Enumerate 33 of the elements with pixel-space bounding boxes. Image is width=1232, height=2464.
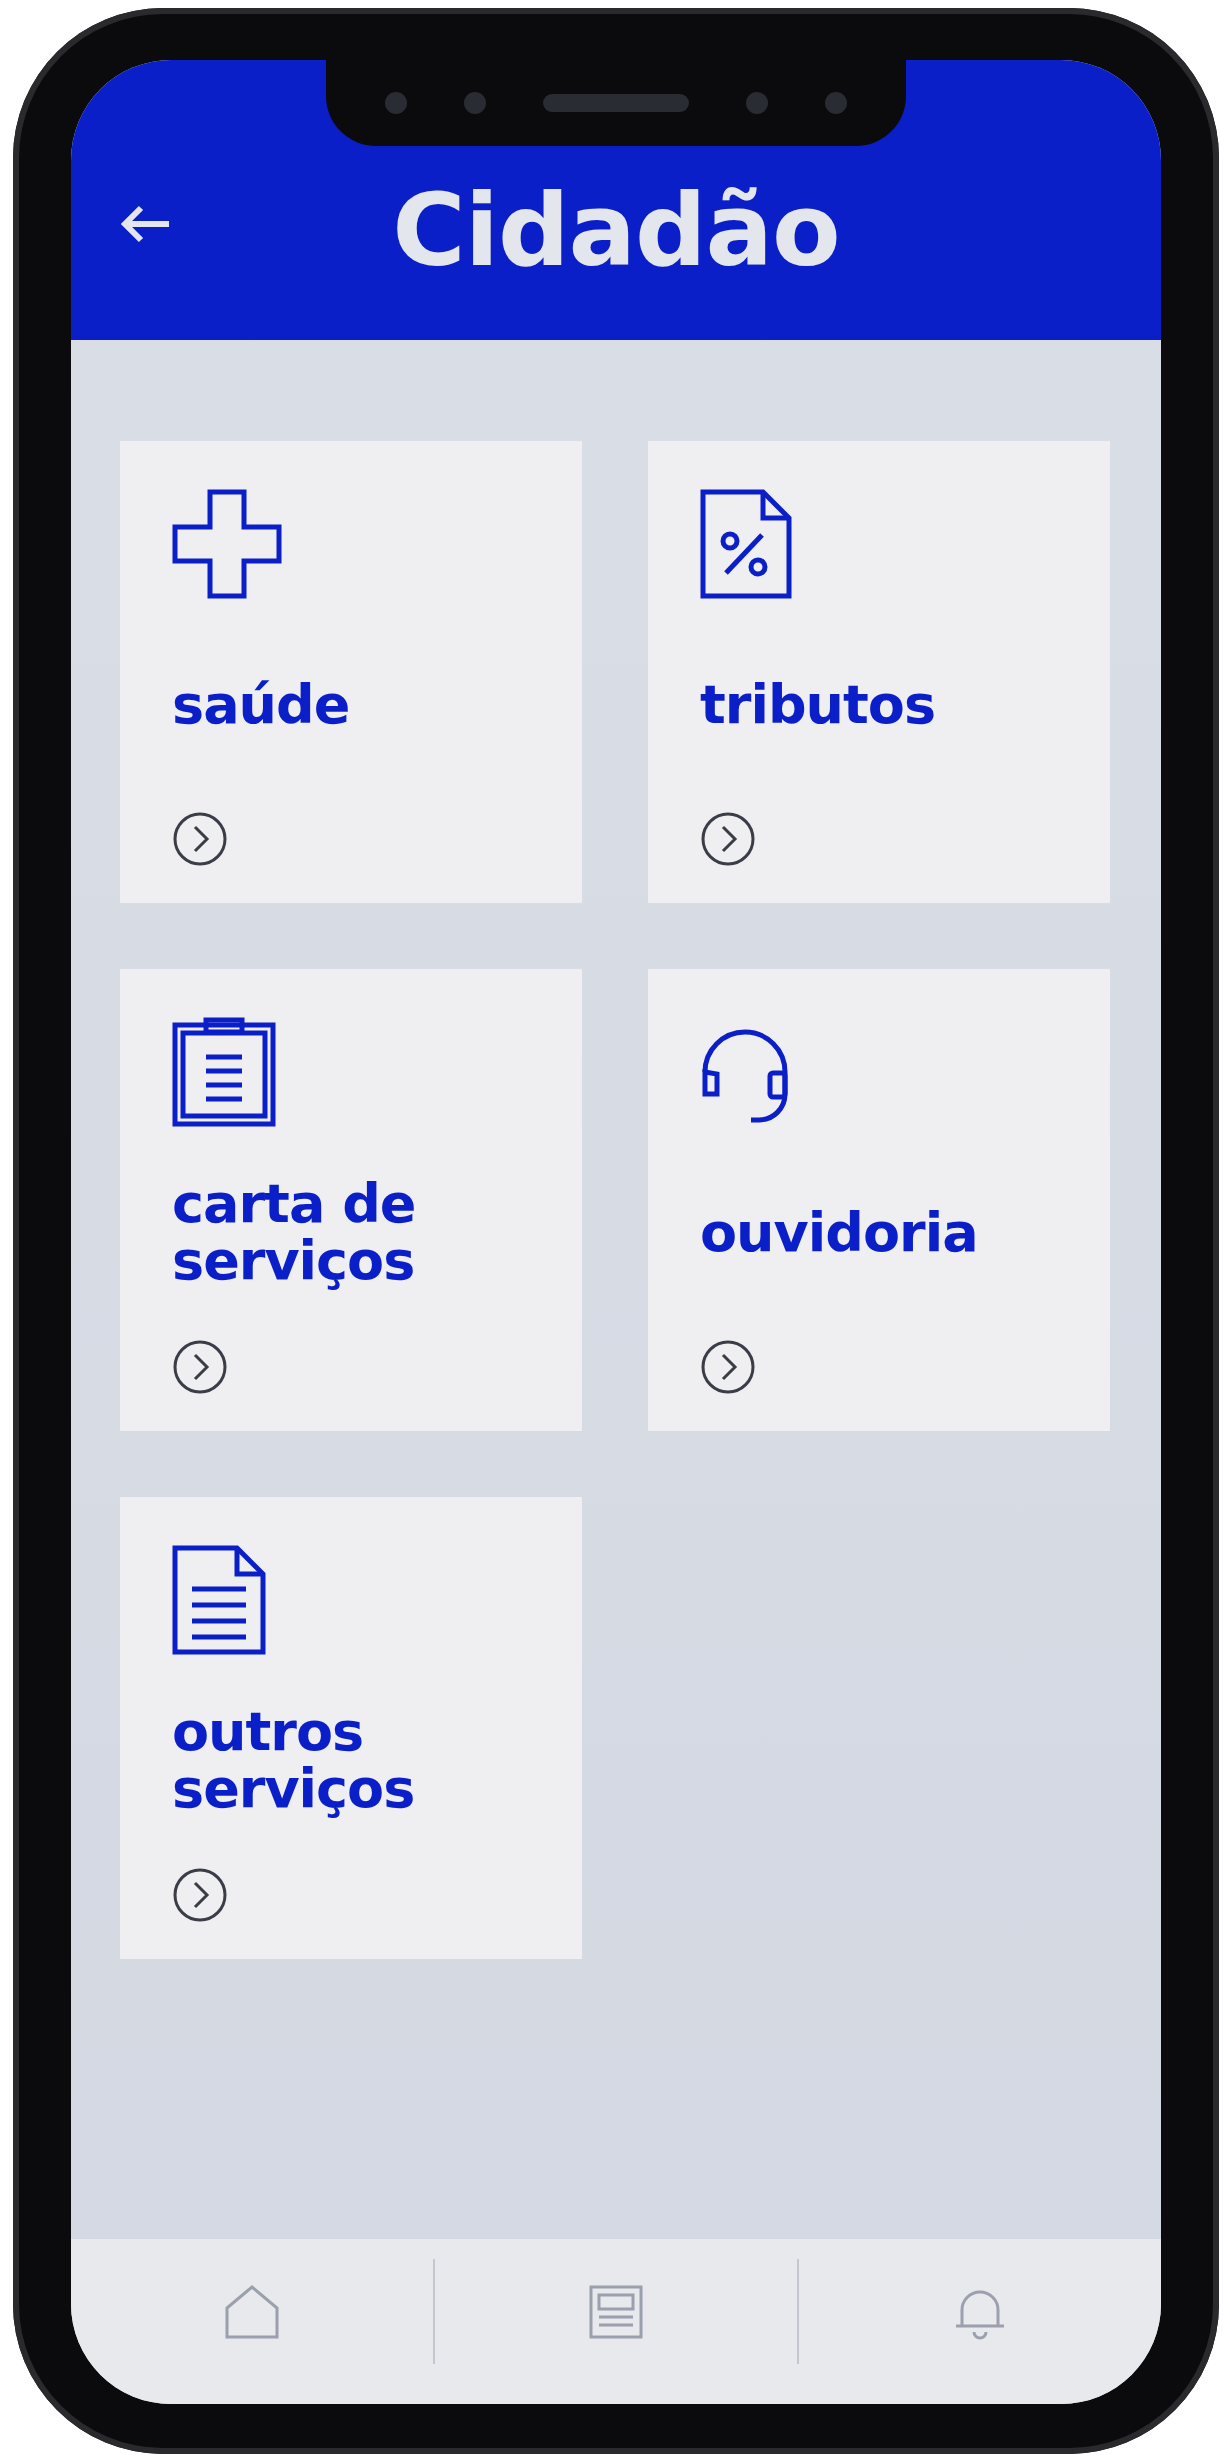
service-card[interactable]: saúde bbox=[120, 441, 582, 903]
card-label: carta de serviços bbox=[172, 1176, 417, 1290]
cross-icon bbox=[172, 489, 282, 599]
sensor-icon bbox=[825, 92, 848, 114]
back-arrow-icon bbox=[119, 204, 171, 244]
card-label: outros serviços bbox=[172, 1704, 416, 1818]
chevron-circle-icon bbox=[172, 1867, 228, 1923]
chevron-circle-icon bbox=[172, 1339, 228, 1395]
arrow-circle-button[interactable] bbox=[172, 1339, 228, 1395]
chevron-circle-icon bbox=[700, 1339, 756, 1395]
camera-icon bbox=[746, 92, 769, 114]
speaker-icon bbox=[542, 94, 689, 112]
chevron-circle-icon bbox=[700, 811, 756, 867]
document-icon bbox=[172, 1545, 266, 1655]
service-card[interactable]: ouvidoria bbox=[648, 969, 1110, 1431]
card-label: tributos bbox=[700, 676, 936, 734]
service-card[interactable]: outros serviços bbox=[120, 1497, 582, 1959]
camera-icon bbox=[463, 92, 486, 114]
page-title: Cidadão bbox=[392, 171, 840, 289]
newspaper-icon bbox=[588, 2283, 644, 2340]
card-label: saúde bbox=[172, 676, 350, 734]
arrow-circle-button[interactable] bbox=[172, 1867, 228, 1923]
clipboard-icon bbox=[172, 1017, 276, 1127]
arrow-circle-button[interactable] bbox=[700, 811, 756, 867]
arrow-circle-button[interactable] bbox=[700, 1339, 756, 1395]
card-label: ouvidoria bbox=[700, 1204, 978, 1262]
arrow-circle-button[interactable] bbox=[172, 811, 228, 867]
sensor-icon bbox=[384, 92, 407, 114]
service-card[interactable]: tributos bbox=[648, 441, 1110, 903]
chevron-circle-icon bbox=[172, 811, 228, 867]
service-card[interactable]: carta de serviços bbox=[120, 969, 582, 1431]
percent-document-icon bbox=[700, 489, 792, 599]
home-icon bbox=[224, 2283, 280, 2340]
